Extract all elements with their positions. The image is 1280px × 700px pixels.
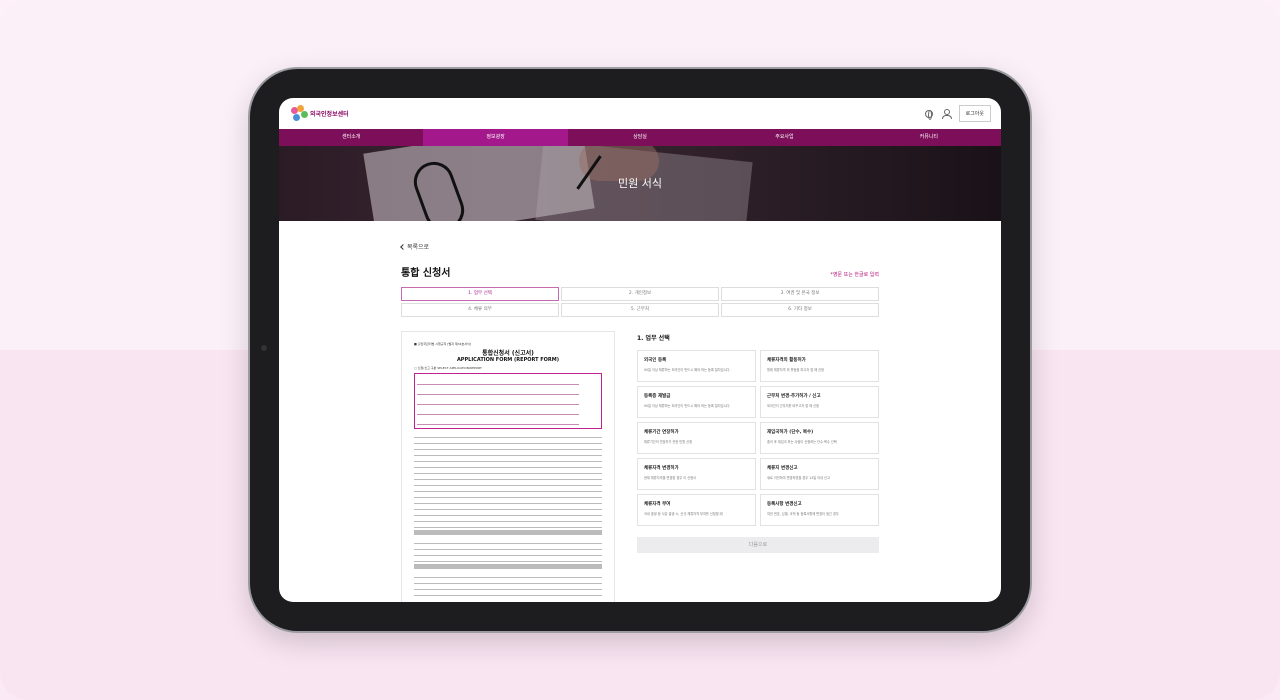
form-preview: ■ 출입국관리법 시행규칙 [별지 제34호서식] 통합신청서 (신고서) AP… <box>401 331 615 602</box>
site-logo[interactable]: 외국인정보센터 <box>289 104 349 123</box>
language-note: *영문 또는 한글로 입력 <box>830 272 879 278</box>
task-card-status-change[interactable]: 체류자격 변경허가 현재 체류자격을 변경할 경우 이 신청서 <box>637 458 756 490</box>
user-icon[interactable] <box>941 109 952 119</box>
back-label: 목록으로 <box>407 244 430 251</box>
form-top-note: ■ 출입국관리법 시행규칙 [별지 제34호서식] <box>414 342 471 346</box>
task-card-registration-change[interactable]: 등록사항 변경신고 여권 번호, 성별, 국적 등 등록사항에 변경이 생긴 경… <box>760 494 879 526</box>
task-card-status-grant[interactable]: 체류자격 부여 국내 출생 등 사유 발생 시, 신규 체류자격 부여를 신청할… <box>637 494 756 526</box>
hero-banner: 민원 서식 <box>279 146 1001 221</box>
globe-icon[interactable] <box>924 109 933 120</box>
step-tab-6[interactable]: 6. 기타 정보 <box>721 303 879 317</box>
task-card-address-change[interactable]: 체류지 변경신고 새로 이전하여 변경하였을 경우 14일 이내 신고 <box>760 458 879 490</box>
nav-item-info[interactable]: 정보광장 <box>423 129 568 146</box>
task-card-stay-extension[interactable]: 체류기간 연장허가 체류기간의 연장허가 관한 민원 신청 <box>637 422 756 454</box>
form-title-en: APPLICATION FORM (REPORT FORM) <box>456 357 560 363</box>
task-select-panel: 1. 업무 선택 외국인 등록 90일 이상 체류하는 외국인이 반드시 해야 … <box>637 331 879 602</box>
section-title: 1. 업무 선택 <box>637 335 670 342</box>
step-tab-4[interactable]: 4. 체류 의무 <box>401 303 559 317</box>
nav-item-community[interactable]: 커뮤니티 <box>857 129 1001 146</box>
main-nav: 센터소개 정보광장 상담실 주요사업 커뮤니티 <box>279 129 1001 146</box>
nav-item-business[interactable]: 주요사업 <box>712 129 856 146</box>
next-button[interactable]: 다음으로 <box>637 537 879 553</box>
main-content: 목록으로 통합 신청서 *영문 또는 한글로 입력 1. 업무 선택 2. 개인… <box>400 242 879 602</box>
page-title: 통합 신청서 <box>401 268 451 279</box>
step-tab-1[interactable]: 1. 업무 선택 <box>401 287 559 301</box>
task-card-alien-registration[interactable]: 외국인 등록 90일 이상 체류하는 외국인이 반드시 해야 하는 등록 절차입… <box>637 350 756 382</box>
step-tab-2[interactable]: 2. 개인정보 <box>561 287 719 301</box>
task-card-workplace-change[interactable]: 근무처 변경·추가허가 / 신고 외국인이 근무처를 바꾸고자 할 때 신청 <box>760 386 879 418</box>
form-section-label: □ 신청/신고 구분 SELECT APPLICATION/REPORT <box>414 366 482 370</box>
logout-button[interactable]: 로그아웃 <box>958 105 991 122</box>
logo-text: 외국인정보센터 <box>310 111 349 118</box>
hero-title: 민원 서식 <box>618 177 662 190</box>
task-card-card-reissue[interactable]: 등록증 재발급 90일 이상 체류하는 외국인이 반드시 해야 하는 등록 절차… <box>637 386 756 418</box>
site-header: 외국인정보센터 로그아웃 <box>279 98 1001 129</box>
form-application-box <box>414 373 602 429</box>
form-fields <box>414 432 602 528</box>
camera-dot <box>261 345 267 351</box>
nav-item-center[interactable]: 센터소개 <box>279 129 423 146</box>
form-title-ko: 통합신청서 (신고서) <box>482 350 534 357</box>
task-card-extra-activity[interactable]: 체류자격외 활동허가 원래 체류자격 외 활동을 하고자 할 때 신청 <box>760 350 879 382</box>
task-card-reentry[interactable]: 재입국허가 (단수, 복수) 출국 후 재입국 하는 사람이 신청하는 단수·복… <box>760 422 879 454</box>
logo-mark-icon <box>289 104 309 123</box>
nav-item-counsel[interactable]: 상담실 <box>568 129 712 146</box>
chevron-left-icon <box>400 243 406 250</box>
tablet-screen: 외국인정보센터 로그아웃 센터소개 정보광장 상담실 주요사업 커뮤니티 민원 … <box>279 98 1001 602</box>
back-to-list-link[interactable]: 목록으로 <box>400 242 879 251</box>
step-tab-3[interactable]: 3. 여권 및 본국 정보 <box>721 287 879 301</box>
step-tabs: 1. 업무 선택 2. 개인정보 3. 여권 및 본국 정보 4. 체류 의무 … <box>401 287 879 317</box>
step-tab-5[interactable]: 5. 근무처 <box>561 303 719 317</box>
